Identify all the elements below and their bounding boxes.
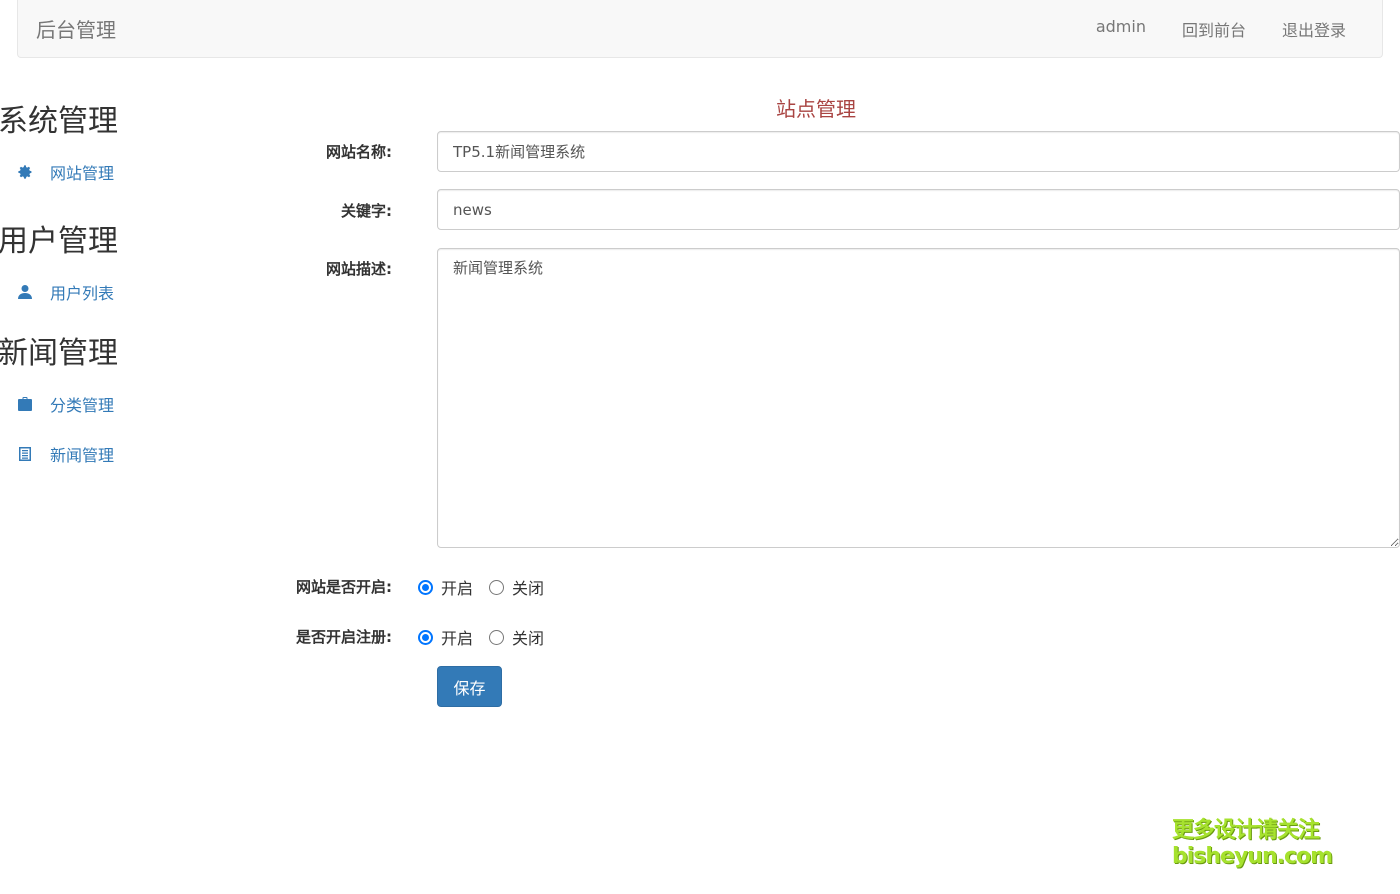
nav-link-logout[interactable]: 退出登录 — [1282, 17, 1346, 41]
watermark-line1: 更多设计请关注 — [1172, 818, 1320, 843]
briefcase-icon — [16, 395, 34, 413]
radio-on[interactable] — [418, 579, 433, 595]
radio-label: 开启 — [441, 629, 474, 648]
keywords-label: 关键字: — [341, 202, 392, 220]
list-icon — [16, 445, 34, 463]
top-navbar: 后台管理 admin 回到前台 退出登录 — [17, 0, 1383, 58]
sidebar-heading-news: 新闻管理 — [0, 336, 118, 371]
watermark: 更多设计请关注 bisheyun.com — [1172, 818, 1333, 870]
radio-label: 关闭 — [512, 629, 545, 648]
watermark-line2: bisheyun.com — [1172, 844, 1333, 869]
site-name-label: 网站名称: — [326, 143, 392, 161]
sidebar-heading-users: 用户管理 — [0, 224, 118, 259]
sidebar-item-user-list[interactable]: 用户列表 — [16, 272, 200, 312]
sidebar-item-label: 分类管理 — [50, 396, 115, 415]
sidebar: 系统管理 网站管理 用户管理 用户列表 新闻管理 分类管理 新闻管理 — [0, 100, 200, 474]
sidebar-item-news-management[interactable]: 新闻管理 — [16, 434, 200, 474]
sidebar-item-category-management[interactable]: 分类管理 — [16, 384, 200, 424]
site-open-option-on[interactable]: 开启 — [418, 575, 473, 599]
save-button[interactable]: 保存 — [437, 666, 502, 707]
page-title: 站点管理 — [776, 97, 856, 121]
sidebar-item-label: 新闻管理 — [50, 446, 115, 465]
site-open-label: 网站是否开启: — [296, 578, 392, 596]
radio-label: 开启 — [441, 579, 474, 598]
radio-label: 关闭 — [512, 579, 545, 598]
nav-link-admin[interactable]: admin — [1096, 17, 1146, 41]
keywords-input[interactable] — [437, 189, 1400, 230]
site-open-option-off[interactable]: 关闭 — [489, 575, 544, 599]
register-open-option-on[interactable]: 开启 — [418, 625, 473, 649]
radio-off[interactable] — [489, 629, 505, 645]
sidebar-item-label: 网站管理 — [50, 164, 115, 183]
sidebar-heading-system: 系统管理 — [0, 104, 118, 139]
description-textarea[interactable]: 新闻管理系统 — [437, 248, 1400, 548]
site-open-radio-group: 开启 关闭 — [418, 575, 560, 599]
sidebar-item-site-management[interactable]: 网站管理 — [16, 152, 200, 192]
register-open-option-off[interactable]: 关闭 — [489, 625, 544, 649]
user-icon — [16, 283, 34, 301]
register-open-label: 是否开启注册: — [296, 628, 392, 646]
radio-off[interactable] — [489, 579, 505, 595]
register-open-radio-group: 开启 关闭 — [418, 625, 560, 649]
nav-links: admin 回到前台 退出登录 — [1096, 17, 1346, 41]
gear-icon — [16, 163, 34, 181]
sidebar-item-label: 用户列表 — [50, 284, 115, 303]
nav-link-frontend[interactable]: 回到前台 — [1182, 17, 1246, 41]
brand-title[interactable]: 后台管理 — [36, 14, 116, 43]
site-name-input[interactable] — [437, 131, 1400, 172]
radio-on[interactable] — [418, 629, 433, 645]
description-label: 网站描述: — [326, 260, 392, 278]
